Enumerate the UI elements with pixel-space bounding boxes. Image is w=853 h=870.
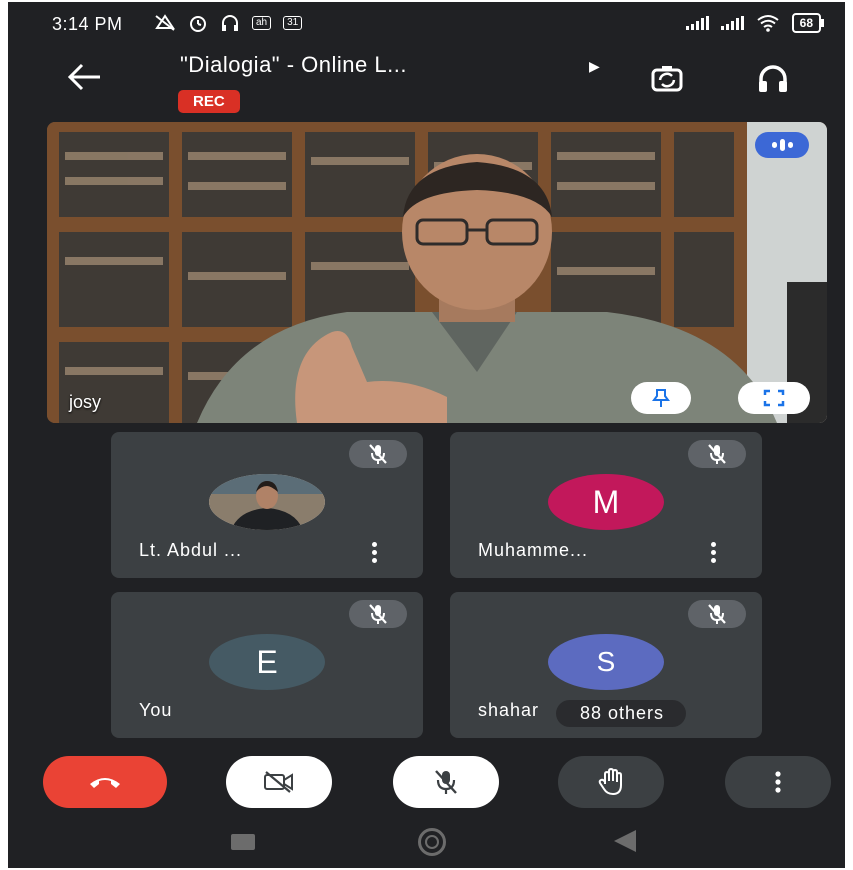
avatar: S [548,634,664,690]
call-controls [8,756,845,810]
participant-tile[interactable]: M Muhamme... [450,432,762,578]
avatar: E [209,634,325,690]
status-icons-left: ah 31 [154,13,303,33]
fullscreen-button[interactable] [738,382,810,414]
camera-toggle-button[interactable] [226,756,332,808]
participant-tile[interactable]: Lt. Abdul ... [111,432,423,578]
calendar-icon: 31 [283,16,303,30]
more-vertical-icon [775,771,781,793]
more-options-button[interactable] [725,756,831,808]
camera-off-icon [264,771,293,793]
camera-switch-icon [651,66,683,92]
status-bar: 3:14 PM ah 31 68 [8,2,845,46]
participant-tile[interactable]: E You [111,592,423,738]
microphone-toggle-button[interactable] [393,756,499,808]
alarm-icon [190,16,206,32]
arrow-left-icon [67,63,100,91]
headphones-icon [759,65,787,92]
mic-off-icon [369,444,387,464]
meet-call-screen: 3:14 PM ah 31 68 "Dialogia" - Online L..… [8,2,845,868]
more-vertical-icon[interactable] [371,542,377,563]
participant-tile[interactable]: S shahar 88 others [450,592,762,738]
pin-button[interactable] [631,382,691,414]
back-button[interactable] [66,62,102,97]
avatar: M [548,474,664,530]
wifi-icon [757,15,779,32]
more-vertical-icon[interactable] [710,542,716,563]
avatar [209,474,325,530]
recents-icon[interactable] [231,834,255,850]
end-call-icon [90,778,120,788]
main-speaker-name: josy [69,392,102,412]
mic-off-icon [708,444,726,464]
status-icons-right: 68 [685,13,825,33]
mic-muted-badge [349,440,407,468]
notification-muted-icon [155,14,175,31]
participant-name: Muhamme... [478,540,589,560]
end-call-button[interactable] [43,756,167,808]
raise-hand-button[interactable] [558,756,664,808]
participant-name: Lt. Abdul ... [139,540,243,560]
battery-icon: 68 [791,13,825,33]
raise-hand-icon [598,767,622,796]
avatar-photo [209,474,325,530]
status-time: 3:14 PM [52,14,123,34]
participant-name: You [139,700,173,720]
chevron-right-icon[interactable]: ▶ [589,58,600,75]
system-navigation-bar [8,820,845,868]
video-frame [47,122,827,423]
others-count-badge[interactable]: 88 others [556,700,687,727]
mic-off-icon [708,604,726,624]
mic-muted-badge [688,600,746,628]
meeting-title[interactable]: "Dialogia" - Online L... [180,52,407,78]
app-notification-icon: ah [252,16,272,30]
mic-off-icon [369,604,387,624]
switch-camera-button[interactable] [648,60,686,98]
recording-badge: REC [178,90,240,113]
mic-muted-badge [688,440,746,468]
main-speaker-video[interactable]: josy [47,122,827,423]
audio-output-button[interactable] [754,60,792,98]
speaking-indicator-icon [755,132,809,158]
pin-icon [652,389,670,407]
mic-muted-badge [349,600,407,628]
headset-status-icon [222,15,238,31]
home-icon[interactable] [418,828,446,856]
back-triangle-icon[interactable] [614,830,636,852]
call-header: "Dialogia" - Online L... ▶ REC [8,46,845,122]
fullscreen-icon [763,389,785,407]
participant-name: shahar [478,700,540,720]
signal-icon [720,16,744,30]
signal-icon [685,16,709,30]
mic-off-icon [435,770,457,794]
